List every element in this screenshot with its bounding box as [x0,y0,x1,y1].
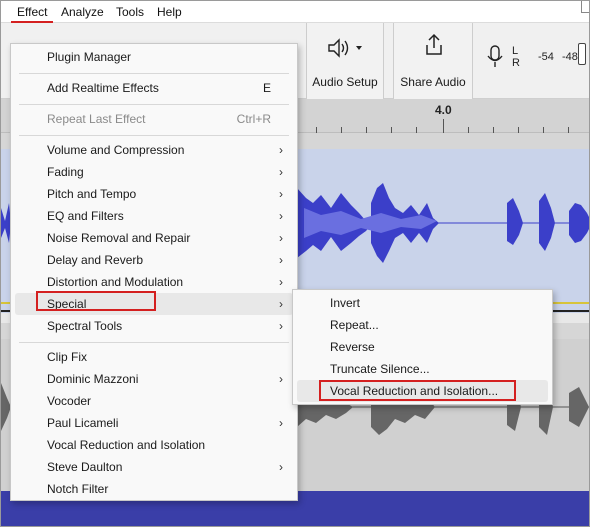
menu-separator [19,342,289,343]
menu-help[interactable]: Help [157,4,182,20]
menu-item-paul-licameli[interactable]: Paul Licameli › [15,412,293,434]
menu-item-vocoder[interactable]: Vocoder [15,390,293,412]
timeline-marker: 4.0 [435,103,452,117]
chevron-right-icon: › [279,143,283,157]
menu-item-steve-daulton[interactable]: Steve Daulton › [15,456,293,478]
chevron-right-icon: › [279,416,283,430]
chevron-right-icon: › [279,319,283,333]
menu-item-delay-and-reverb[interactable]: Delay and Reverb › [15,249,293,271]
speaker-icon [327,37,363,62]
share-icon [424,33,444,60]
share-audio-label: Share Audio [400,75,466,89]
menu-bar: Effect Analyze Tools Help [1,1,589,23]
audio-setup-button[interactable]: Audio Setup [306,23,384,99]
submenu-item-reverse[interactable]: Reverse [297,336,548,358]
chevron-right-icon: › [279,372,283,386]
menu-item-vocal-reduction-and-isolation[interactable]: Vocal Reduction and Isolation [15,434,293,456]
chevron-right-icon: › [279,231,283,245]
menu-item-notch-filter[interactable]: Notch Filter [15,478,293,500]
chevron-right-icon: › [279,275,283,289]
vocal-reduction-item-highlight [319,380,516,401]
menu-item-fading[interactable]: Fading › [15,161,293,183]
menu-item-repeat-last-effect: Repeat Last Effect Ctrl+R [47,112,271,126]
chevron-right-icon: › [279,187,283,201]
chevron-right-icon: › [279,253,283,267]
meter-slider-handle[interactable] [578,43,586,65]
meter-r-label: R [512,57,520,69]
chevron-right-icon: › [279,165,283,179]
chevron-right-icon: › [279,297,283,311]
microphone-icon[interactable] [487,45,503,72]
menu-tools[interactable]: Tools [116,4,144,20]
meter-l-label: L [512,45,519,57]
menu-item-noise-removal-and-repair[interactable]: Noise Removal and Repair › [15,227,293,249]
special-item-highlight [36,291,156,311]
meter-scale-2: -48 [562,51,578,63]
submenu-item-invert[interactable]: Invert [297,292,548,314]
window-control[interactable] [581,1,589,13]
menu-item-volume-and-compression[interactable]: Volume and Compression › [15,139,293,161]
audacity-window: Effect Analyze Tools Help Audio Setup Sh… [0,0,590,527]
menu-item-eq-and-filters[interactable]: EQ and Filters › [15,205,293,227]
menu-item-pitch-and-tempo[interactable]: Pitch and Tempo › [15,183,293,205]
share-audio-button[interactable]: Share Audio [393,23,473,99]
menu-item-add-realtime-effects[interactable]: Add Realtime Effects E [15,77,293,99]
menu-item-plugin-manager[interactable]: Plugin Manager [15,46,293,68]
submenu-item-truncate-silence[interactable]: Truncate Silence... [297,358,548,380]
audio-setup-label: Audio Setup [312,75,378,89]
menu-separator [19,73,289,74]
effect-menu: Plugin Manager Add Realtime Effects E Re… [10,43,298,501]
menu-item-spectral-tools[interactable]: Spectral Tools › [15,315,293,337]
menu-effect[interactable]: Effect [17,4,47,20]
menu-item-distortion-and-modulation[interactable]: Distortion and Modulation › [15,271,293,293]
menu-item-dominic-mazzoni[interactable]: Dominic Mazzoni › [15,368,293,390]
menu-analyze[interactable]: Analyze [61,4,104,20]
meter-scale-1: -54 [538,51,554,63]
menu-separator [19,104,289,105]
chevron-right-icon: › [279,460,283,474]
menu-item-clip-fix[interactable]: Clip Fix [15,346,293,368]
submenu-item-repeat[interactable]: Repeat... [297,314,548,336]
chevron-right-icon: › [279,209,283,223]
menu-separator [19,135,289,136]
